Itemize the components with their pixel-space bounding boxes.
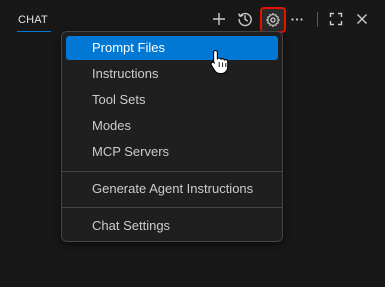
menu-item-modes[interactable]: Modes <box>66 114 278 138</box>
more-actions-button[interactable] <box>286 8 308 30</box>
maximize-icon <box>329 12 343 26</box>
menu-item-instructions[interactable]: Instructions <box>66 62 278 86</box>
plus-icon <box>213 13 225 25</box>
menu-item-chat-settings[interactable]: Chat Settings <box>66 214 278 238</box>
menu-item-prompt-files[interactable]: Prompt Files <box>66 36 278 60</box>
menu-item-tool-sets[interactable]: Tool Sets <box>66 88 278 112</box>
history-button[interactable] <box>234 8 256 30</box>
settings-button[interactable] <box>260 7 286 33</box>
new-chat-button[interactable] <box>208 8 230 30</box>
menu-separator <box>62 207 282 208</box>
history-icon <box>237 12 252 27</box>
menu-item-mcp-servers[interactable]: MCP Servers <box>66 140 278 164</box>
ellipsis-icon <box>291 18 303 21</box>
gear-icon <box>266 12 280 28</box>
chat-panel: CHAT Prompt Files Instructions Tool Sets… <box>0 0 385 287</box>
close-icon <box>357 14 367 24</box>
close-button[interactable] <box>351 8 373 30</box>
settings-context-menu: Prompt Files Instructions Tool Sets Mode… <box>61 31 283 242</box>
toolbar-divider <box>317 12 318 27</box>
menu-separator <box>62 171 282 172</box>
menu-item-generate-agent-instructions[interactable]: Generate Agent Instructions <box>66 177 278 201</box>
tab-chat[interactable]: CHAT <box>17 11 51 32</box>
hand-cursor-icon <box>210 49 229 75</box>
maximize-button[interactable] <box>325 8 347 30</box>
